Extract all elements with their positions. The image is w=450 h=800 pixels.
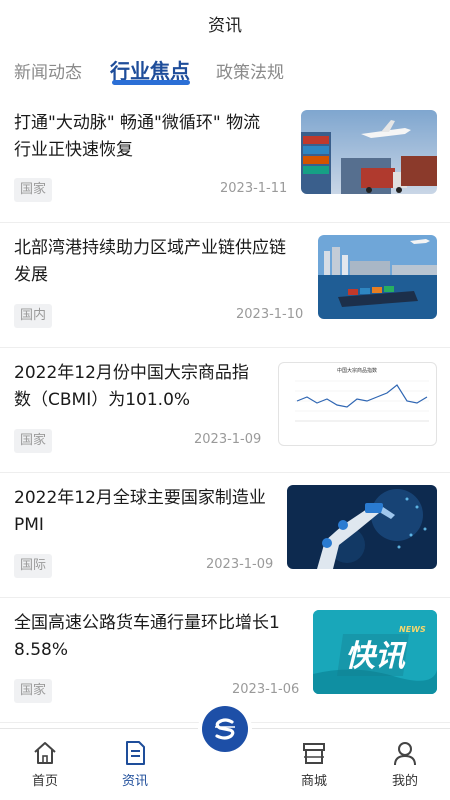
document-icon: [126, 741, 145, 765]
article-title-line: 发展: [14, 265, 48, 285]
tabbar-home[interactable]: 首页: [15, 729, 75, 800]
article-tag: 国内: [14, 304, 53, 328]
thumb-chart-title: 中国大宗商品指数: [337, 367, 377, 374]
tab-policy[interactable]: 政策法规: [216, 58, 284, 83]
article-title: 2022年12月份中国大宗商品指 数（CBMI）为101.0%: [14, 360, 249, 414]
article-item[interactable]: 2022年12月份中国大宗商品指 数（CBMI）为101.0% 国家 2023-…: [0, 348, 450, 472]
tabbar-label: 资讯: [121, 774, 148, 789]
tab-news[interactable]: 新闻动态: [14, 58, 82, 83]
tabbar-label: 我的: [391, 774, 418, 789]
article-title: 打通"大动脉" 畅通"微循环" 物流 行业正快速恢复: [14, 110, 260, 164]
tabbar-profile[interactable]: 我的: [375, 729, 435, 800]
article-title-line: PMI: [14, 515, 44, 535]
article-title-line: 数（CBMI）为101.0%: [14, 390, 191, 410]
article-title-line: 北部湾港持续助力区域产业链供应链: [14, 238, 286, 258]
active-tab-indicator: [112, 80, 190, 85]
article-item[interactable]: 全国高速公路货车通行量环比增长1 8.58% 国家 2023-1-06 快讯 N…: [0, 598, 450, 722]
article-item[interactable]: 北部湾港持续助力区域产业链供应链 发展 国内 2023-1-10: [0, 223, 450, 347]
news-flash-sub: NEWS: [399, 625, 426, 634]
tabbar-shop[interactable]: 商城: [284, 729, 344, 800]
news-flash-thumbnail: 快讯 NEWS: [313, 610, 437, 694]
article-date: 2023-1-09: [194, 432, 262, 447]
tabbar-news[interactable]: 资讯: [105, 729, 165, 800]
user-icon: [394, 742, 416, 766]
news-flash-text: 快讯: [345, 639, 407, 674]
article-title-line: 行业正快速恢复: [14, 140, 133, 160]
article-item[interactable]: 打通"大动脉" 畅通"微循环" 物流 行业正快速恢复 国家 2023-1-11: [0, 98, 450, 222]
robot-arm-thumbnail: [287, 485, 437, 569]
tabbar-label: 首页: [31, 774, 58, 789]
article-title-line: 2022年12月全球主要国家制造业: [14, 488, 266, 508]
article-tag: 国家: [14, 429, 53, 453]
category-tabs: 新闻动态 行业焦点 政策法规: [0, 52, 450, 92]
article-title-line: 2022年12月份中国大宗商品指: [14, 363, 249, 383]
article-date: 2023-1-09: [206, 557, 274, 572]
article-date: 2023-1-06: [232, 682, 300, 697]
center-logo-button[interactable]: [202, 706, 248, 752]
article-title-line: 全国高速公路货车通行量环比增长1: [14, 613, 280, 633]
article-date: 2023-1-10: [236, 307, 304, 322]
brand-logo-icon: [215, 718, 235, 740]
shop-icon: [303, 743, 325, 764]
article-item[interactable]: 2022年12月全球主要国家制造业 PMI 国际 2023-1-09: [0, 473, 450, 597]
article-title: 北部湾港持续助力区域产业链供应链 发展: [14, 235, 286, 289]
article-title: 全国高速公路货车通行量环比增长1 8.58%: [14, 610, 280, 664]
article-tag: 国家: [14, 178, 53, 202]
harbor-thumbnail: [318, 235, 437, 319]
page-header: 资讯: [0, 0, 450, 46]
article-title-line: 打通"大动脉" 畅通"微循环" 物流: [14, 113, 261, 133]
article-title: 2022年12月全球主要国家制造业 PMI: [14, 485, 266, 539]
chart-thumbnail: 中国大宗商品指数: [278, 362, 437, 446]
page-title: 资讯: [208, 15, 242, 36]
article-tag: 国际: [14, 554, 53, 578]
article-tag: 国家: [14, 679, 53, 703]
article-date: 2023-1-11: [220, 181, 288, 196]
logistics-thumbnail: [301, 110, 437, 194]
home-icon: [34, 742, 56, 764]
tabbar-label: 商城: [300, 774, 327, 789]
article-title-line: 8.58%: [14, 640, 69, 660]
